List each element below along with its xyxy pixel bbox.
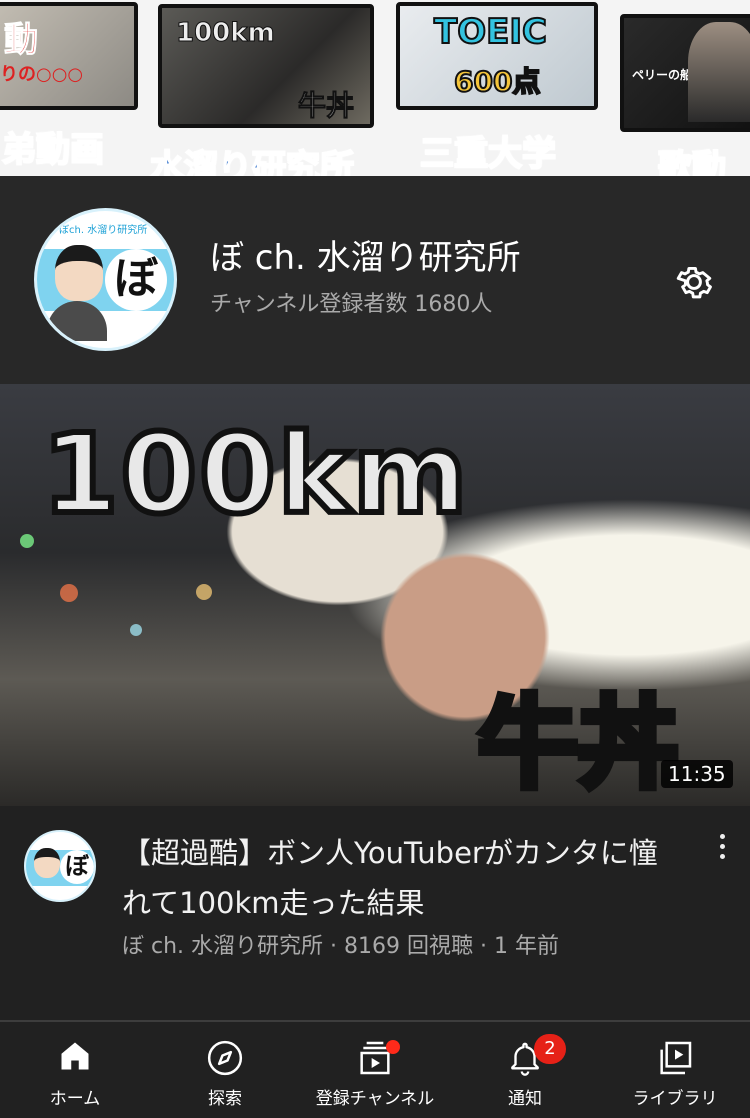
banner-caption-2: 水溜り研究所 <box>149 147 355 176</box>
nav-notifications-label: 通知 <box>508 1089 542 1109</box>
video-avatar-glyph: ぼ <box>60 850 94 884</box>
nav-subscriptions-label: 登録チャンネル <box>315 1089 435 1109</box>
banner-tile-4: ペリーの船に <box>620 14 750 132</box>
video-channel-avatar[interactable]: ぼ <box>24 830 96 902</box>
channel-avatar[interactable]: ぼch. 水溜り研究所 ぼ <box>34 208 177 351</box>
video-duration: 11:35 <box>661 760 733 788</box>
nav-library[interactable]: ライブラリ <box>600 1022 750 1118</box>
banner-tile-3-sub: 600点 <box>453 64 541 99</box>
library-icon <box>660 1041 692 1075</box>
banner-tile-2-overlay: 100km <box>176 18 276 49</box>
avatar-small-text: ぼch. 水溜り研究所 <box>59 225 148 236</box>
banner-tile-3: TOEIC 600点 <box>396 2 598 110</box>
thumbnail-text-bottom: 牛丼 <box>475 682 682 806</box>
channel-header: ぼch. 水溜り研究所 ぼ ぼ ch. 水溜り研究所 チャンネル登録者数 168… <box>0 176 750 384</box>
avatar-glyph: ぼ <box>105 249 167 311</box>
video-title[interactable]: 【超過酷】ボン人YouTuberがカンタに憧れて100km走った結果 <box>122 828 682 928</box>
video-meta: ぼ ch. 水溜り研究所 · 8169 回視聴 · 1 年前 <box>122 934 559 959</box>
channel-banner: 動 りの○○○ 100km 牛丼 TOEIC 600点 ペリーの船に 弟動画 水… <box>0 0 750 176</box>
banner-caption-1: 弟動画 <box>1 129 105 171</box>
banner-tile-2: 100km 牛丼 <box>158 4 374 128</box>
banner-tile-1-sub: りの○○○ <box>0 64 84 85</box>
nav-notifications[interactable]: 2 通知 <box>450 1022 600 1118</box>
nav-explore[interactable]: 探索 <box>150 1022 300 1118</box>
banner-caption-3: 三重大学 <box>419 133 557 175</box>
avatar-face <box>55 245 103 301</box>
nav-subscriptions[interactable]: 登録チャンネル <box>300 1022 450 1118</box>
gear-icon[interactable] <box>672 260 716 304</box>
video-thumbnail[interactable]: 100km 牛丼 11:35 <box>0 384 750 806</box>
bottom-nav: ホーム 探索 登録チャンネル 2 通知 ライブラリ <box>0 1022 750 1118</box>
subscriber-count: チャンネル登録者数 1680人 <box>210 292 493 317</box>
notification-badge: 2 <box>534 1034 566 1064</box>
banner-tile-1: 動 りの○○○ <box>0 2 138 110</box>
banner-tile-1-overlay: 動 <box>4 20 39 61</box>
nav-explore-label: 探索 <box>208 1089 242 1109</box>
nav-home[interactable]: ホーム <box>0 1022 150 1118</box>
nav-library-label: ライブラリ <box>632 1089 718 1109</box>
banner-tile-3-overlay: TOEIC <box>433 11 548 53</box>
more-options-icon[interactable] <box>712 834 732 864</box>
home-icon <box>61 1042 89 1070</box>
portrait-image <box>688 22 750 122</box>
banner-tile-2-sub: 牛丼 <box>297 89 355 123</box>
video-info[interactable]: ぼ 【超過酷】ボン人YouTuberがカンタに憧れて100km走った結果 ぼ c… <box>0 806 750 1006</box>
compass-icon <box>207 1040 243 1076</box>
thumbnail-text-top: 100km <box>39 407 470 541</box>
subscriptions-new-dot <box>386 1040 400 1054</box>
channel-name: ぼ ch. 水溜り研究所 <box>210 238 521 278</box>
banner-caption-4: 歌動画 <box>657 147 727 176</box>
nav-home-label: ホーム <box>49 1089 101 1109</box>
